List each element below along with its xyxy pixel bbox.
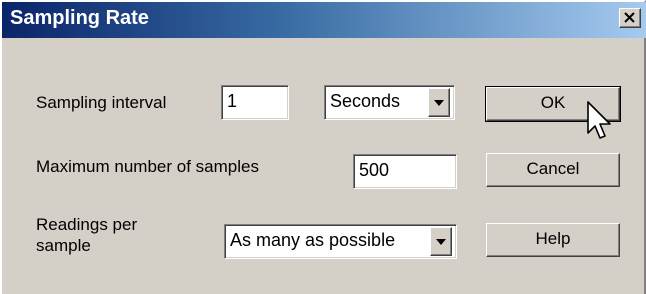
dropdown-arrow-icon bbox=[434, 100, 444, 106]
sampling-interval-input[interactable]: 1 bbox=[221, 85, 289, 120]
readings-per-sample-dropdown-button[interactable] bbox=[430, 227, 452, 256]
close-button[interactable] bbox=[619, 8, 641, 28]
readings-per-sample-label-line2: sample bbox=[36, 236, 91, 255]
window-title: Sampling Rate bbox=[10, 7, 149, 29]
help-button[interactable]: Help bbox=[486, 223, 620, 257]
readings-per-sample-select[interactable]: As many as possible bbox=[224, 224, 457, 259]
max-samples-label: Maximum number of samples bbox=[36, 157, 259, 176]
interval-unit-dropdown-button[interactable] bbox=[428, 88, 450, 117]
readings-per-sample-label-line1: Readings per bbox=[36, 215, 138, 234]
dropdown-arrow-icon bbox=[436, 239, 446, 245]
readings-per-sample-value: As many as possible bbox=[230, 230, 396, 250]
sampling-interval-label: Sampling interval bbox=[36, 93, 167, 112]
sampling-rate-dialog: Sampling Rate Sampling interval 1 Second… bbox=[0, 0, 646, 294]
title-bar[interactable]: Sampling Rate bbox=[2, 2, 646, 38]
mouse-pointer-icon bbox=[587, 101, 611, 139]
interval-unit-value: Seconds bbox=[330, 91, 401, 111]
max-samples-input[interactable]: 500 bbox=[353, 154, 457, 189]
close-icon bbox=[624, 12, 635, 23]
cancel-button[interactable]: Cancel bbox=[486, 153, 620, 187]
